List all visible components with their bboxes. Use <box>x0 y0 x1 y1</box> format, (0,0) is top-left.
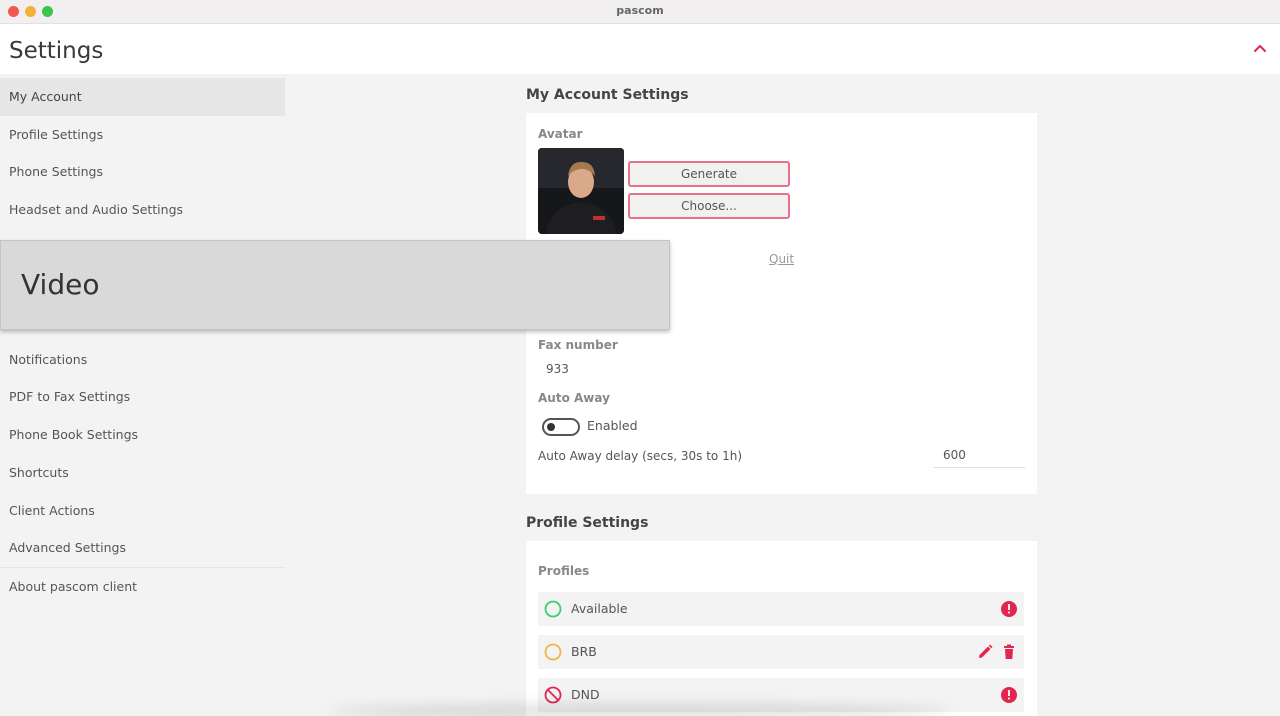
window-titlebar: pascom <box>0 0 1280 24</box>
edit-icon[interactable] <box>976 643 994 661</box>
profile-name: BRB <box>571 644 597 659</box>
fax-number-label: Fax number <box>538 338 618 352</box>
sidebar-item-my-account[interactable]: My Account <box>0 78 285 116</box>
chevron-up-icon[interactable] <box>1250 38 1270 58</box>
profile-name: Available <box>571 601 628 616</box>
fax-number-value: 933 <box>546 362 569 376</box>
generate-avatar-button[interactable]: Generate <box>628 161 790 187</box>
quit-link[interactable]: Quit <box>769 252 794 266</box>
delete-icon[interactable] <box>1000 643 1018 661</box>
auto-away-delay-input[interactable] <box>934 443 1025 468</box>
video-overlay-card[interactable]: Video <box>0 240 670 330</box>
choose-avatar-button[interactable]: Choose... <box>628 193 790 219</box>
circle-outline-icon <box>544 600 562 618</box>
sidebar-item-headset-audio[interactable]: Headset and Audio Settings <box>0 191 285 229</box>
profile-row-available[interactable]: Available <box>538 592 1024 626</box>
sidebar-item-shortcuts[interactable]: Shortcuts <box>0 454 285 492</box>
settings-sidebar: My Account Profile Settings Phone Settin… <box>0 78 285 606</box>
avatar-label: Avatar <box>538 127 583 141</box>
info-icon[interactable] <box>1000 686 1018 704</box>
no-entry-icon <box>544 686 562 704</box>
auto-away-toggle-label: Enabled <box>587 418 638 433</box>
circle-outline-icon <box>544 643 562 661</box>
video-overlay-label: Video <box>21 268 100 301</box>
sidebar-item-pdf-to-fax[interactable]: PDF to Fax Settings <box>0 378 285 416</box>
toggle-knob <box>547 423 555 431</box>
settings-header: Settings <box>0 24 1280 74</box>
auto-away-toggle[interactable] <box>542 418 580 436</box>
sidebar-item-profile-settings[interactable]: Profile Settings <box>0 116 285 154</box>
avatar <box>538 148 624 234</box>
sidebar-item-about[interactable]: About pascom client <box>0 568 285 606</box>
page-title: Settings <box>9 38 104 64</box>
sidebar-item-phone-settings[interactable]: Phone Settings <box>0 153 285 191</box>
avatar-photo <box>538 148 624 234</box>
profile-row-brb[interactable]: BRB <box>538 635 1024 669</box>
sidebar-item-client-actions[interactable]: Client Actions <box>0 492 285 530</box>
auto-away-delay-label: Auto Away delay (secs, 30s to 1h) <box>538 449 742 463</box>
account-section-title: My Account Settings <box>526 87 689 103</box>
profiles-label: Profiles <box>538 564 590 578</box>
sidebar-item-notifications[interactable]: Notifications <box>0 341 285 379</box>
auto-away-label: Auto Away <box>538 391 610 405</box>
profile-settings-panel: Profiles Available BRB DND <box>526 541 1037 716</box>
window-bottom-shadow <box>330 704 950 716</box>
info-icon[interactable] <box>1000 600 1018 618</box>
window-title: pascom <box>616 4 664 17</box>
profile-name: DND <box>571 687 600 702</box>
sidebar-item-advanced-settings[interactable]: Advanced Settings <box>0 529 285 567</box>
profiles-section-title: Profile Settings <box>526 515 649 531</box>
sidebar-item-phone-book[interactable]: Phone Book Settings <box>0 416 285 454</box>
